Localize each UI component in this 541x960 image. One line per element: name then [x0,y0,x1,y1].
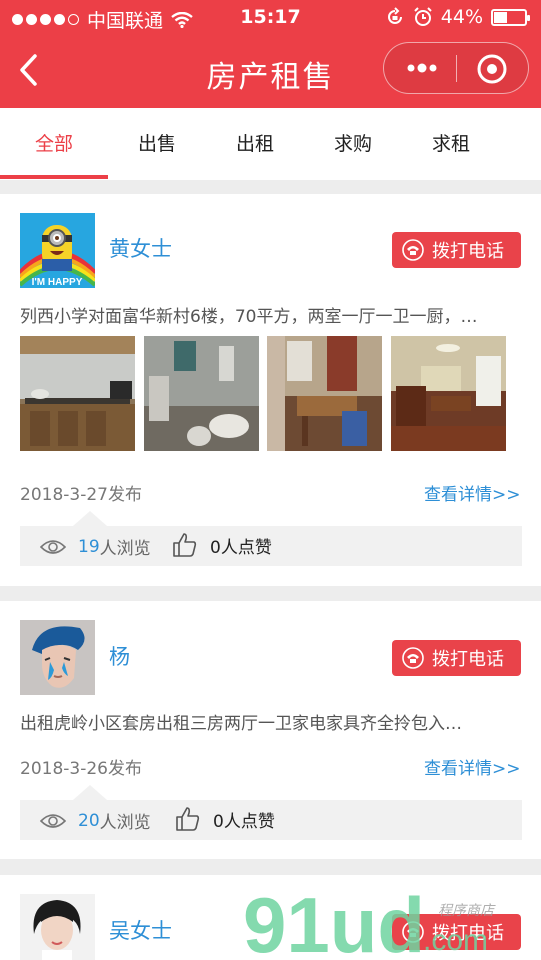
poster-name[interactable]: 杨 [109,641,130,671]
stats-bar: 20 人浏览 0人点赞 [20,800,522,840]
likes-label: 0人点赞 [213,811,275,832]
status-bar: 中国联通 15:17 44% [0,0,541,36]
avatar [20,620,95,695]
view-details-link[interactable]: 查看详情>> [424,480,521,505]
eye-icon [40,539,66,554]
phone-icon [402,647,424,669]
call-label: 拨打电话 [432,241,504,262]
post-photo-living-room[interactable] [391,336,506,451]
post-photo-kitchen[interactable] [20,336,135,451]
views-count: 19 人浏览 [40,534,151,559]
call-button[interactable]: 拨打电话 [392,640,521,676]
views-number: 20 [78,810,100,831]
post-description: 出租虎岭小区套房出租三房两厅一卫家电家具齐全拎包入… [20,714,462,734]
rotation-lock-icon [387,7,402,24]
view-details-link[interactable]: 查看详情>> [424,754,521,779]
eye-icon [40,813,66,828]
views-suffix: 人浏览 [99,813,151,833]
header: 中国联通 15:17 44% 房产租售 [0,0,541,108]
tab-sale[interactable]: 出售 [108,108,206,180]
battery-icon [491,8,530,26]
capsule-divider [456,55,457,82]
nav-bar: 房产租售 [0,36,541,108]
record-circle-icon[interactable] [476,53,508,85]
phone-icon [402,239,424,261]
post-description: 列西小学对面富华新村6楼，70平方，两室一厅一卫一厨，… [20,307,478,327]
tab-active-indicator [0,175,108,179]
thumbs-up-icon [173,533,197,557]
like-count[interactable]: 0人点赞 [175,806,275,832]
stats-bar: 19 人浏览 0人点赞 [20,526,522,566]
capsule-menu [383,42,529,94]
call-label: 拨打电话 [432,649,504,670]
views-number: 19 [78,536,100,557]
post-date: 2018-3-26发布 [20,759,142,779]
poster-name[interactable]: 黄女士 [109,233,172,263]
tab-all[interactable]: 全部 [0,108,108,180]
watermark-logo: 91ud .com 程序商店 [243,881,496,960]
svg-text:91ud: 91ud [243,881,425,960]
likes-label: 0人点赞 [210,537,272,558]
stats-notch [73,785,107,800]
tab-rent[interactable]: 出租 [206,108,304,180]
views-suffix: 人浏览 [99,539,151,559]
like-count[interactable]: 0人点赞 [172,532,272,558]
tab-rent-wanted[interactable]: 求租 [402,108,500,180]
svg-text:.com: .com [423,924,488,957]
avatar: I'M HAPPY [20,213,95,288]
status-right: 44% [385,6,530,28]
post-photo-bathroom[interactable] [144,336,259,451]
post-date: 2018-3-27发布 [20,485,142,505]
category-tabs: 全部 出售 出租 求购 求租 [0,108,541,180]
svg-text:程序商店: 程序商店 [438,903,496,919]
more-dots-icon[interactable] [402,52,442,84]
post-photo-dining[interactable] [267,336,382,451]
avatar [20,894,95,960]
thumbs-up-icon [176,807,200,831]
call-button[interactable]: 拨打电话 [392,232,521,268]
alarm-icon [414,7,432,26]
stats-notch [73,511,107,526]
avatar-caption: I'M HAPPY [32,277,83,288]
views-count: 20 人浏览 [40,808,151,833]
battery-percent: 44% [440,6,483,28]
poster-name[interactable]: 吴女士 [109,915,172,945]
tab-buy-wanted[interactable]: 求购 [304,108,402,180]
